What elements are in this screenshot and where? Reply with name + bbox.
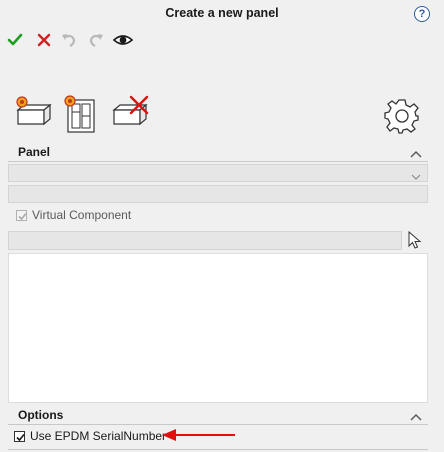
delete-part-icon[interactable] (111, 94, 151, 133)
panel-name-field[interactable] (8, 185, 428, 203)
panel-combo-box[interactable] (8, 164, 428, 182)
options-section-header[interactable]: Options (8, 406, 428, 425)
use-epdm-label: Use EPDM SerialNumber (30, 429, 167, 443)
panel-section-label: Panel (18, 145, 51, 159)
new-part-icon[interactable] (14, 94, 52, 133)
settings-gear-icon[interactable] (384, 98, 420, 137)
new-assembly-icon[interactable] (63, 94, 99, 137)
options-section-label: Options (18, 408, 64, 422)
red-arrow-annotation-icon (161, 428, 237, 445)
redo-icon[interactable] (87, 31, 107, 51)
component-list[interactable] (8, 253, 428, 403)
chevron-down-icon[interactable] (411, 170, 421, 180)
dialog-title: Create a new panel (165, 6, 279, 20)
chevron-up-icon[interactable] (410, 410, 422, 421)
bottom-divider (8, 449, 428, 450)
cursor-select-icon (408, 230, 422, 252)
virtual-component-label: Virtual Component (32, 208, 132, 222)
panel-section-header[interactable]: Panel (8, 143, 428, 162)
chevron-up-icon[interactable] (410, 147, 422, 158)
use-epdm-checkbox[interactable] (14, 431, 25, 442)
preview-eye-icon[interactable] (112, 31, 134, 51)
undo-icon[interactable] (60, 31, 80, 51)
cancel-x-icon[interactable] (35, 31, 55, 51)
ok-check-icon[interactable] (6, 31, 26, 51)
help-icon[interactable]: ? (414, 6, 430, 22)
selection-field[interactable] (8, 231, 402, 250)
virtual-component-checkbox[interactable] (16, 210, 27, 221)
